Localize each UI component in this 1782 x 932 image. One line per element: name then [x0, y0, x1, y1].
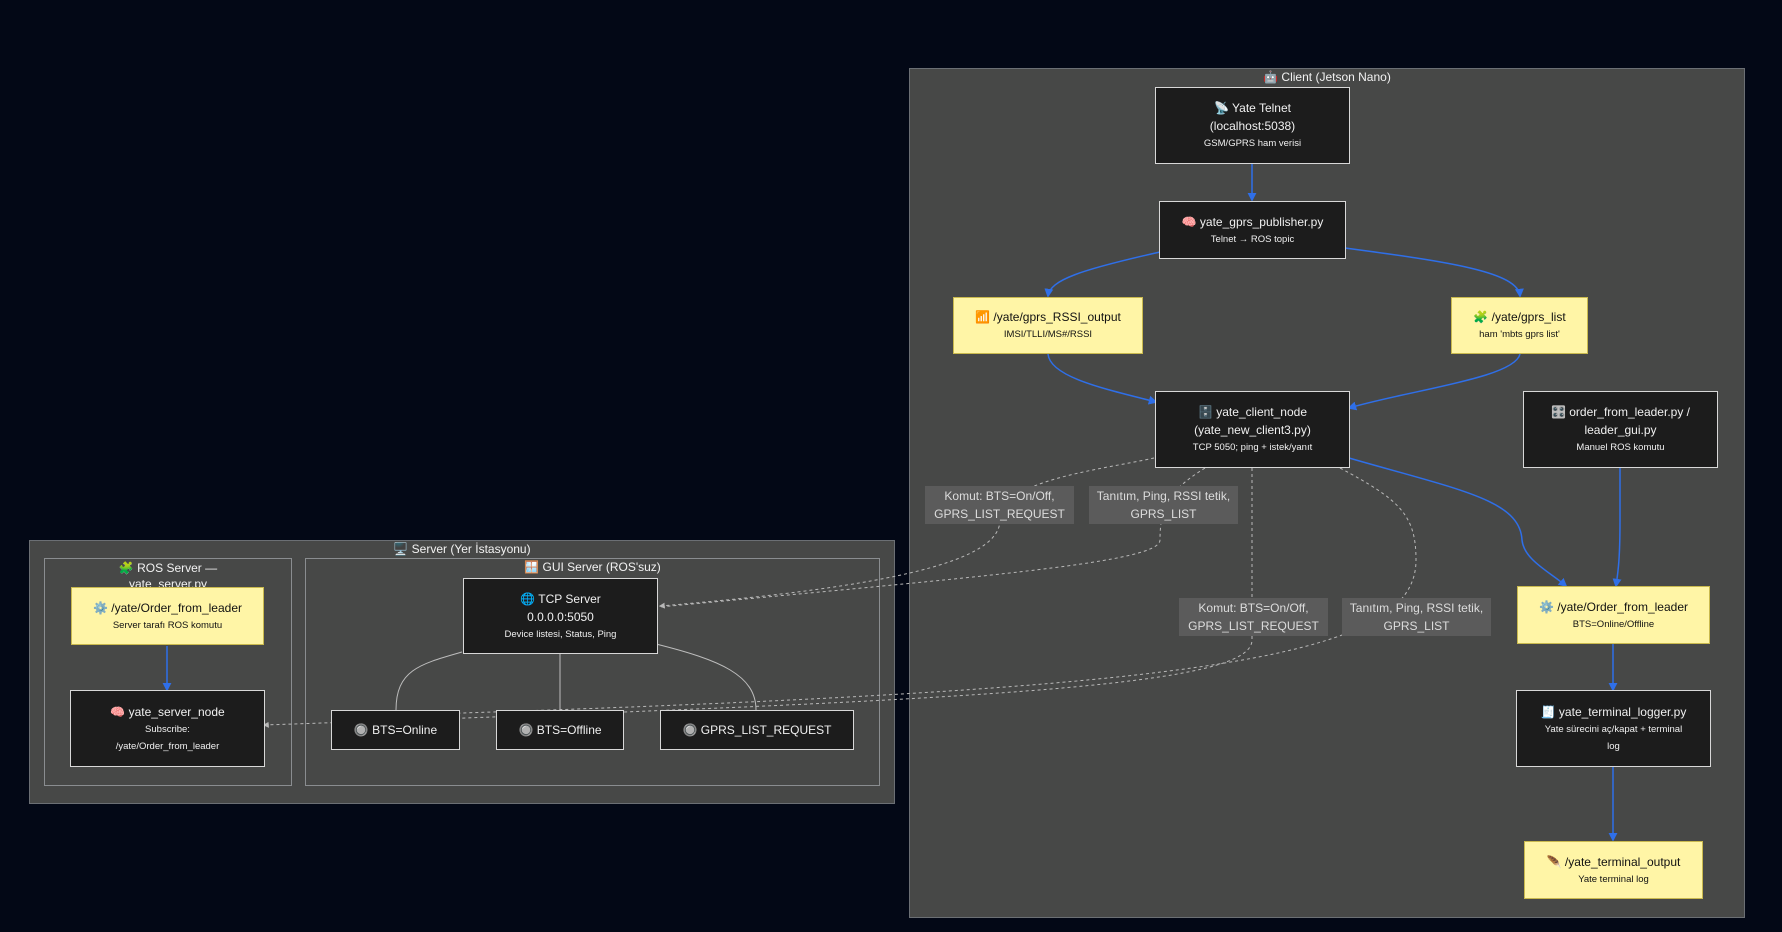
tcp-server-address: 0.0.0.0:5050 [527, 609, 594, 624]
terminal-output-topic-node[interactable]: 🪶 /yate_terminal_output Yate terminal lo… [1524, 841, 1703, 899]
order-topic-server-subtitle: Server tarafı ROS komutu [112, 619, 223, 631]
rssi-output-topic-node[interactable]: 📶 /yate/gprs_RSSI_output IMSI/TLLI/MS#/R… [953, 297, 1143, 354]
yate-telnet-subtitle: GSM/GPRS ham verisi [1203, 138, 1302, 149]
edge-label-komut-2-line1: Komut: BTS=On/Off, [1198, 601, 1309, 615]
gprs-list-subtitle: ham 'mbts gprs list' [1479, 329, 1560, 340]
yate-telnet-node[interactable]: 📡 Yate Telnet (localhost:5038) GSM/GPRS … [1155, 87, 1350, 164]
client-node-file: (yate_new_client3.py) [1194, 423, 1311, 437]
bts-online-label: 🔘 BTS=Online [353, 723, 438, 737]
order-topic-client-subtitle: BTS=Online/Offline [1572, 618, 1655, 630]
edge-label-tanitim-1-line2: GPRS_LIST [1130, 507, 1197, 521]
order-topic-client-title: ⚙️ /yate/Order_from_leader [1538, 599, 1688, 614]
order-topic-server-title: ⚙️ /yate/Order_from_leader [92, 600, 242, 615]
server-node-title: 🧠 yate_server_node [110, 704, 225, 719]
rssi-output-subtitle: IMSI/TLLI/MS#/RSSI [1003, 329, 1093, 340]
gprs-publisher-title: 🧠 yate_gprs_publisher.py [1181, 214, 1324, 229]
server-cluster-title: 🖥️ Server (Yer İstasyonu) [393, 542, 531, 556]
bts-online-button[interactable]: 🔘 BTS=Online [331, 710, 460, 750]
ros-server-cluster-title: 🧩 ROS Server — yate_server.py [118, 561, 218, 588]
edge-label-komut-1-line1: Komut: BTS=On/Off, [944, 489, 1055, 503]
bts-offline-button[interactable]: 🔘 BTS=Offline [496, 710, 624, 750]
gprs-list-request-label: 🔘 GPRS_LIST_REQUEST [682, 723, 832, 737]
gui-server-cluster-title: 🪟 GUI Server (ROS'suz) [524, 560, 661, 574]
edge-label-tanitim-2: Tanıtım, Ping, RSSI tetik, GPRS_LIST [1342, 598, 1491, 636]
order-leader-title: 🎛️ order_from_leader.py / [1550, 405, 1690, 419]
yate-telnet-title: 📡 Yate Telnet [1214, 101, 1291, 115]
gprs-list-request-button[interactable]: 🔘 GPRS_LIST_REQUEST [660, 710, 854, 750]
tcp-server-node[interactable]: 🌐 TCP Server 0.0.0.0:5050 Device listesi… [463, 578, 658, 654]
yate-telnet-address: (localhost:5038) [1209, 119, 1296, 133]
gprs-publisher-node[interactable]: 🧠 yate_gprs_publisher.py Telnet → ROS to… [1159, 201, 1346, 259]
terminal-logger-node[interactable]: 🧾 yate_terminal_logger.py Yate sürecini … [1516, 690, 1711, 767]
order-topic-server-node[interactable]: ⚙️ /yate/Order_from_leader Server tarafı… [71, 587, 264, 645]
order-from-leader-node[interactable]: 🎛️ order_from_leader.py / leader_gui.py … [1523, 391, 1718, 468]
yate-server-node[interactable]: 🧠 yate_server_node Subscribe: /yate/Orde… [70, 690, 265, 767]
gprs-list-title: 🧩 /yate/gprs_list [1473, 310, 1566, 324]
server-node-subtitle-2: /yate/Order_from_leader [115, 740, 220, 752]
edge-label-komut-2-line2: GPRS_LIST_REQUEST [1188, 619, 1319, 633]
terminal-output-title: 🪶 /yate_terminal_output [1546, 854, 1681, 869]
gprs-publisher-subtitle: Telnet → ROS topic [1210, 233, 1295, 245]
edge-label-tanitim-1-line1: Tanıtım, Ping, RSSI tetik, [1096, 489, 1231, 503]
yate-client-node[interactable]: 🗄️ yate_client_node (yate_new_client3.py… [1155, 391, 1350, 468]
order-topic-client-node[interactable]: ⚙️ /yate/Order_from_leader BTS=Online/Of… [1517, 586, 1710, 644]
tcp-server-title: 🌐 TCP Server [520, 591, 601, 606]
order-leader-subtitle: Manuel ROS komutu [1576, 442, 1665, 453]
edge-label-tanitim-2-line2: GPRS_LIST [1383, 619, 1450, 633]
bts-offline-label: 🔘 BTS=Offline [518, 723, 602, 737]
terminal-logger-subtitle-2: log [1607, 740, 1620, 752]
client-node-subtitle: TCP 5050; ping + istek/yanıt [1192, 442, 1313, 453]
client-cluster-title: 🤖 Client (Jetson Nano) [1263, 70, 1391, 84]
edge-label-tanitim-2-line1: Tanıtım, Ping, RSSI tetik, [1349, 601, 1484, 615]
edge-label-komut-2: Komut: BTS=On/Off, GPRS_LIST_REQUEST [1179, 598, 1328, 636]
terminal-logger-title: 🧾 yate_terminal_logger.py [1540, 704, 1687, 719]
terminal-logger-subtitle: Yate sürecini aç/kapat + terminal [1544, 723, 1683, 735]
edge-label-komut-1-line2: GPRS_LIST_REQUEST [934, 507, 1065, 521]
order-leader-file: leader_gui.py [1584, 423, 1657, 437]
client-node-title: 🗄️ yate_client_node [1197, 405, 1307, 419]
gprs-list-topic-node[interactable]: 🧩 /yate/gprs_list ham 'mbts gprs list' [1451, 297, 1588, 354]
rssi-output-title: 📶 /yate/gprs_RSSI_output [975, 310, 1121, 324]
edge-label-komut-1: Komut: BTS=On/Off, GPRS_LIST_REQUEST [925, 486, 1074, 524]
edge-label-tanitim-1: Tanıtım, Ping, RSSI tetik, GPRS_LIST [1089, 486, 1238, 524]
terminal-output-subtitle: Yate terminal log [1578, 873, 1649, 885]
tcp-server-subtitle: Device listesi, Status, Ping [504, 628, 617, 640]
server-node-subtitle: Subscribe: [145, 723, 190, 735]
